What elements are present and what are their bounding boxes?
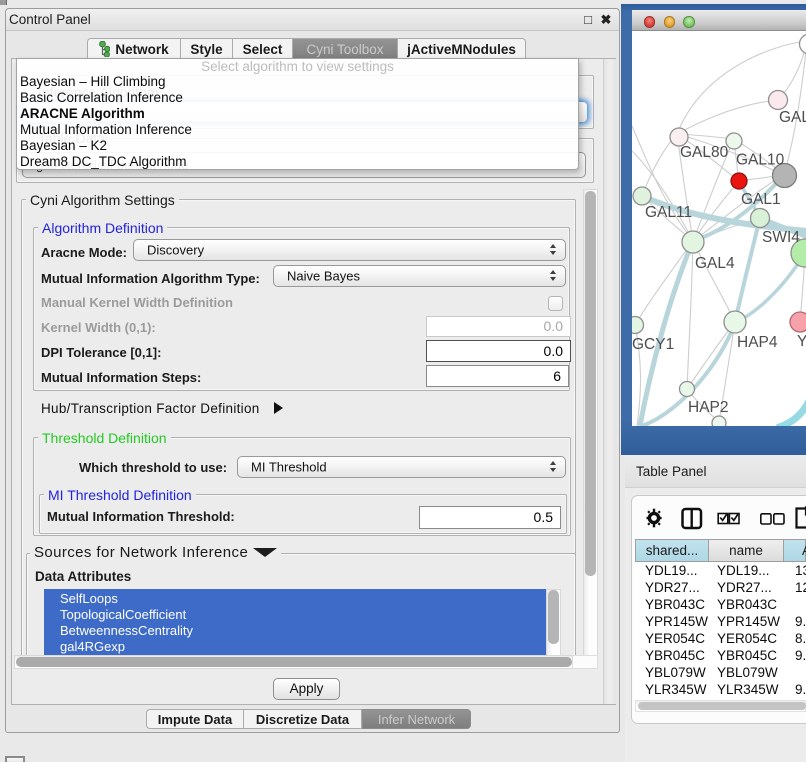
svg-text:GAL10: GAL10: [736, 152, 785, 169]
svg-text:SWI4: SWI4: [762, 229, 800, 246]
svg-text:Y: Y: [797, 333, 806, 350]
svg-text:HAP2: HAP2: [688, 399, 729, 416]
svg-text:GAL80: GAL80: [680, 144, 729, 161]
svg-text:GCY1: GCY1: [632, 336, 674, 353]
svg-text:GAL1: GAL1: [741, 191, 781, 208]
svg-text:GAL4: GAL4: [695, 255, 735, 272]
svg-text:GAL11: GAL11: [645, 204, 692, 221]
svg-text:GAL2: GAL2: [779, 109, 806, 126]
svg-text:HAP4: HAP4: [737, 334, 778, 351]
